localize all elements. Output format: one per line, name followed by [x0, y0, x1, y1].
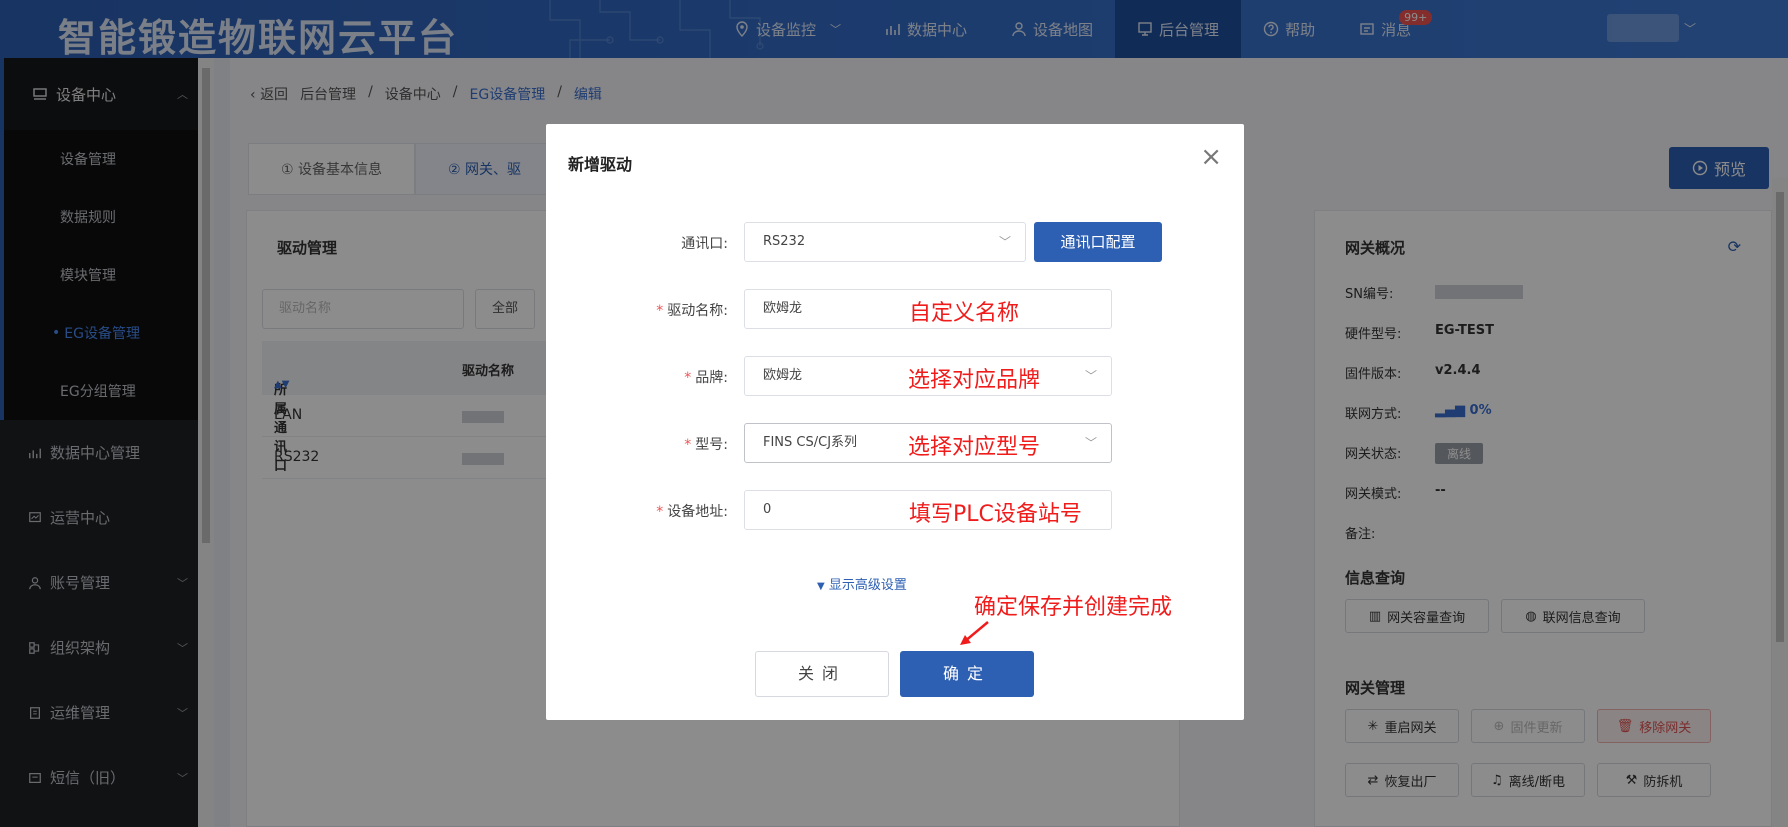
port-select[interactable]: RS232 ﹀: [744, 222, 1026, 262]
model-value: FINS CS/CJ系列: [763, 435, 858, 450]
chevron-down-icon: ﹀: [998, 235, 1011, 249]
name-label: * 驱动名称:: [656, 303, 728, 319]
dialog-title: 新增驱动: [568, 155, 633, 174]
port-config-button[interactable]: 通讯口配置: [1034, 222, 1162, 262]
port-label: 通讯口:: [681, 236, 728, 252]
address-label: * 设备地址:: [656, 504, 728, 520]
brand-value: 欧姆龙: [763, 368, 803, 383]
model-label: * 型号:: [684, 437, 728, 453]
annotation-confirm: 确定保存并创建完成: [974, 595, 1173, 620]
close-button[interactable]: 关闭: [755, 651, 889, 697]
advanced-settings-toggle[interactable]: ▼ 显示高级设置: [817, 574, 907, 593]
close-icon[interactable]: ×: [1200, 142, 1222, 172]
chevron-down-icon: ﹀: [1084, 436, 1097, 450]
annotation-brand: 选择对应品牌: [908, 368, 1041, 393]
annotation-model: 选择对应型号: [908, 435, 1041, 460]
port-value: RS232: [763, 234, 806, 249]
confirm-button[interactable]: 确定: [900, 651, 1034, 697]
annotation-address: 填写PLC设备站号: [909, 502, 1082, 527]
caret-down-icon: ▼: [817, 581, 825, 592]
arrow-icon: [960, 621, 989, 645]
chevron-down-icon: ﹀: [1084, 369, 1097, 383]
annotation-name: 自定义名称: [909, 301, 1020, 326]
brand-label: * 品牌:: [684, 370, 728, 386]
add-driver-dialog: 新增驱动 × 通讯口: RS232 ﹀ 通讯口配置 * 驱动名称: 欧姆龙 自定义…: [546, 124, 1244, 720]
